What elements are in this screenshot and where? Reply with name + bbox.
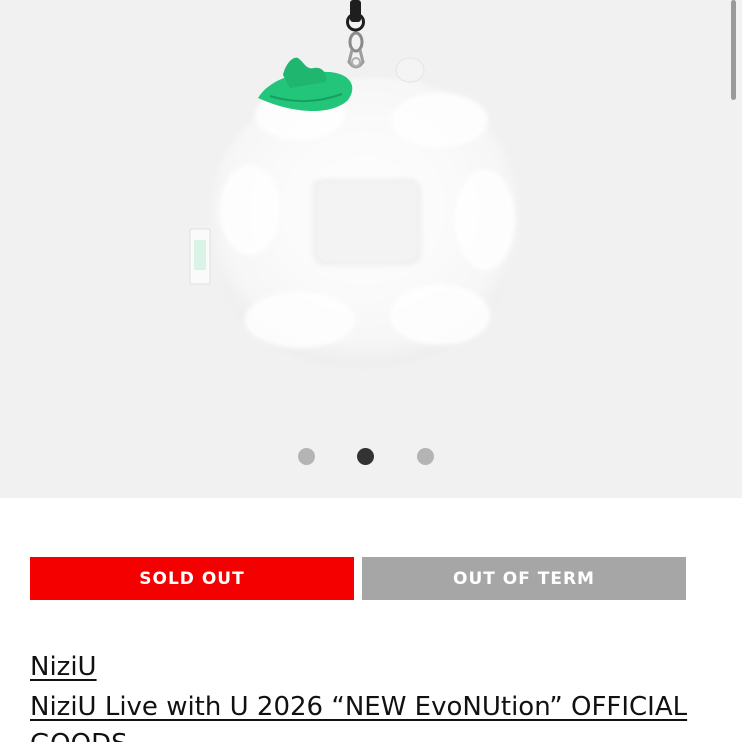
- carousel-indicators: [0, 448, 742, 466]
- out-of-term-button[interactable]: OUT OF TERM: [362, 557, 686, 600]
- strap: [346, 0, 365, 32]
- metal-clasp: [347, 31, 365, 69]
- sold-out-label: SOLD OUT: [139, 568, 245, 589]
- product-gallery[interactable]: [0, 0, 742, 498]
- artist-link[interactable]: NiziU: [30, 648, 97, 686]
- scrollbar-thumb[interactable]: [731, 0, 736, 100]
- carousel-dot-2-active[interactable]: [357, 448, 374, 465]
- ring-hole: [318, 183, 417, 261]
- carousel-dot-1[interactable]: [298, 448, 315, 465]
- product-image: [189, 0, 520, 368]
- product-info: NiziU NiziU Live with U 2026 “NEW EvoNUt…: [30, 648, 720, 742]
- plush-ear: [395, 57, 425, 83]
- out-of-term-label: OUT OF TERM: [453, 568, 595, 589]
- product-page: SOLD OUT OUT OF TERM NiziU NiziU Live wi…: [0, 0, 742, 742]
- carousel-dot-3[interactable]: [417, 448, 434, 465]
- fabric-tag: [189, 228, 211, 285]
- product-title-link[interactable]: NiziU Live with U 2026 “NEW EvoNUtion” O…: [30, 689, 720, 742]
- green-leaf: [258, 57, 353, 111]
- sold-out-button[interactable]: SOLD OUT: [30, 557, 354, 600]
